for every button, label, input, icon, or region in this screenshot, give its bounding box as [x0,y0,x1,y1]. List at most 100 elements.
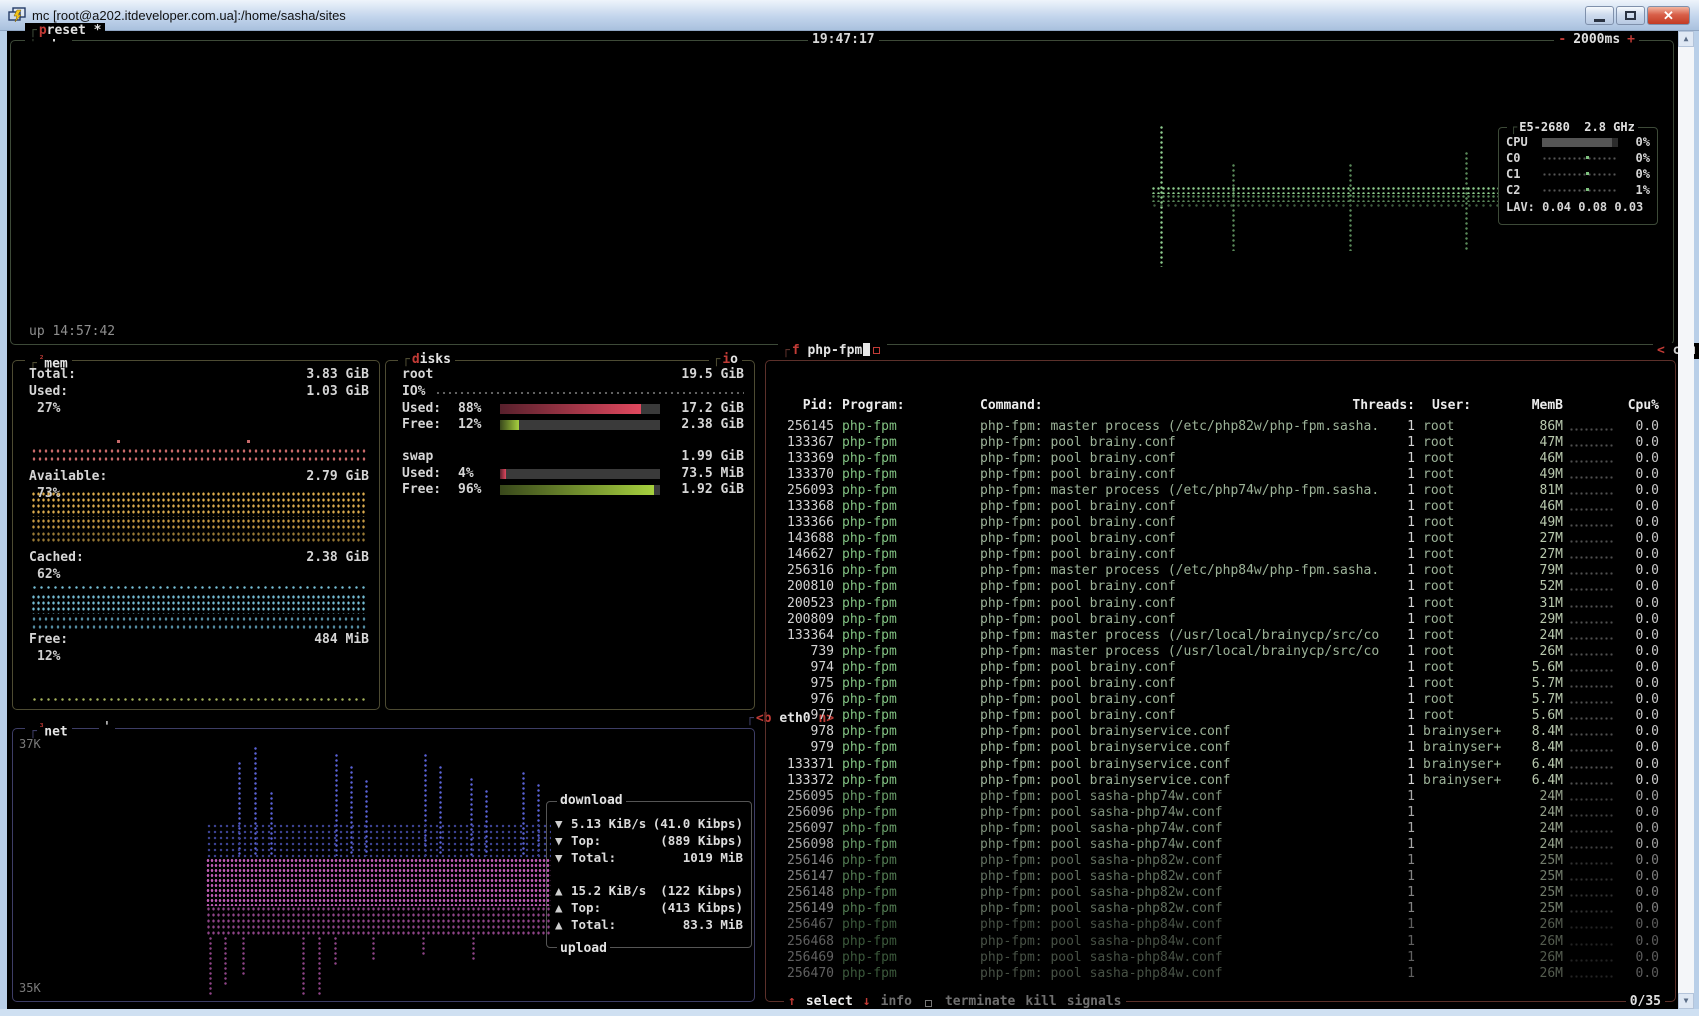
scroll-down-hint-icon[interactable]: ↓ [863,994,871,1009]
minimize-button[interactable] [1585,6,1614,25]
process-row[interactable]: 133372 php-fpm php-fpm: pool brainyservi… [770,772,1659,788]
terminate-button[interactable]: terminate [945,994,1015,1009]
tab-disks[interactable]: disks [398,352,455,368]
process-row[interactable]: 976 php-fpm php-fpm: pool brainy.conf 1 … [770,692,1659,708]
process-cpu: 0.0 [1613,515,1659,530]
maximize-button[interactable] [1616,6,1645,25]
process-row[interactable]: 146627 php-fpm php-fpm: pool brainy.conf… [770,547,1659,563]
scrollbar[interactable]: ▲ ▼ [1678,31,1694,1009]
process-row[interactable]: 256468 php-fpm php-fpm: pool sasha-php84… [770,933,1659,949]
process-user: brainyser+ [1423,740,1513,755]
process-row[interactable]: 133368 php-fpm php-fpm: pool brainy.conf… [770,498,1659,514]
process-row[interactable]: 975 php-fpm php-fpm: pool brainy.conf 1 … [770,676,1659,692]
process-row[interactable]: 133371 php-fpm php-fpm: pool brainyservi… [770,756,1659,772]
process-row[interactable]: 200809 php-fpm php-fpm: pool brainy.conf… [770,611,1659,627]
process-row[interactable]: 256098 php-fpm php-fpm: pool sasha-php74… [770,836,1659,852]
process-row[interactable]: 133364 php-fpm php-fpm: master process (… [770,627,1659,643]
core-meter-dot [1586,156,1589,159]
process-row[interactable]: 256147 php-fpm php-fpm: pool sasha-php82… [770,869,1659,885]
process-pid: 256316 [770,563,834,578]
process-cpu-meter [1569,861,1613,866]
net-stat-label: Total: [571,850,616,865]
core-meter [1542,156,1618,161]
process-row[interactable]: 256095 php-fpm php-fpm: pool sasha-php74… [770,788,1659,804]
titlebar[interactable]: mc [root@a202.itdeveloper.com.ua]:/home/… [0,0,1699,31]
process-row[interactable]: 256093 php-fpm php-fpm: master process (… [770,482,1659,498]
process-cpu: 0.0 [1613,837,1659,852]
process-cpu-meter [1569,942,1613,947]
process-row[interactable]: 256146 php-fpm php-fpm: pool sasha-php82… [770,853,1659,869]
process-mem: 79M [1513,563,1563,578]
root-used-bar [500,404,660,414]
interval-value: 2000ms [1573,32,1620,47]
process-row[interactable]: 256469 php-fpm php-fpm: pool sasha-php84… [770,949,1659,965]
process-row[interactable]: 256097 php-fpm php-fpm: pool sasha-php74… [770,820,1659,836]
preset-button[interactable]: preset * [25,23,105,39]
process-row[interactable]: 133370 php-fpm php-fpm: pool brainy.conf… [770,466,1659,482]
scroll-up-icon[interactable]: ▲ [1678,31,1694,47]
clear-filter-icon[interactable] [873,347,880,354]
select-button[interactable]: select [806,994,853,1009]
process-row[interactable]: 133367 php-fpm php-fpm: pool brainy.conf… [770,434,1659,450]
process-row[interactable]: 739 php-fpm php-fpm: master process (/us… [770,643,1659,659]
process-pid: 256096 [770,805,834,820]
process-cpu-meter [1569,684,1613,689]
process-user: root [1423,644,1513,659]
net-stat-value: (413 Kibps) [660,900,743,915]
process-row[interactable]: 200523 php-fpm php-fpm: pool brainy.conf… [770,595,1659,611]
process-row[interactable]: 256148 php-fpm php-fpm: pool sasha-php82… [770,885,1659,901]
process-row[interactable]: 256149 php-fpm php-fpm: pool sasha-php82… [770,901,1659,917]
window-title: mc [root@a202.itdeveloper.com.ua]:/home/… [32,8,346,23]
process-mem: 24M [1513,821,1563,836]
process-threads: 1 [1385,451,1415,466]
disk-root-free: Free:12% 2.38 GiB [402,417,744,432]
process-pid: 256097 [770,821,834,836]
process-row[interactable]: 256470 php-fpm php-fpm: pool sasha-php84… [770,965,1659,981]
process-threads: 1 [1385,724,1415,739]
process-program: php-fpm [842,934,969,949]
process-cpu: 0.0 [1613,773,1659,788]
process-row[interactable]: 133366 php-fpm php-fpm: pool brainy.conf… [770,515,1659,531]
process-program: php-fpm [842,773,969,788]
process-threads: 1 [1385,805,1415,820]
interval-minus-button[interactable]: - [1558,32,1566,47]
io-mode-button[interactable]: io [709,352,742,368]
process-row[interactable]: 978 php-fpm php-fpm: pool brainyservice.… [770,724,1659,740]
interval-plus-button[interactable]: + [1627,32,1635,47]
process-command: php-fpm: pool brainy.conf [980,612,1385,627]
process-mem: 47M [1513,435,1563,450]
process-row[interactable]: 256467 php-fpm php-fpm: pool sasha-php84… [770,917,1659,933]
process-cpu-meter [1569,523,1613,528]
close-icon: ✕ [1663,8,1674,24]
info-button[interactable]: info [881,994,912,1009]
download-stat-row: Total: 1019 MiB [555,850,743,865]
disk-root: root19.5 GiB [402,367,744,382]
process-row[interactable]: 979 php-fpm php-fpm: pool brainyservice.… [770,740,1659,756]
process-command: php-fpm: pool brainy.conf [980,596,1385,611]
process-row[interactable]: 977 php-fpm php-fpm: pool brainy.conf 1 … [770,708,1659,724]
process-command: php-fpm: pool brainy.conf [980,708,1385,723]
text-cursor-icon [863,343,870,356]
process-mem: 8.4M [1513,740,1563,755]
process-row[interactable]: 200810 php-fpm php-fpm: pool brainy.conf… [770,579,1659,595]
process-command: php-fpm: pool sasha-php82w.conf [980,853,1385,868]
signals-button[interactable]: signals [1067,994,1122,1009]
filter-input[interactable]: f php-fpm [778,343,887,359]
process-row[interactable]: 256096 php-fpm php-fpm: pool sasha-php74… [770,804,1659,820]
process-threads: 1 [1385,531,1415,546]
scroll-down-icon[interactable]: ▼ [1678,993,1694,1009]
close-button[interactable]: ✕ [1647,6,1690,25]
process-row[interactable]: 256316 php-fpm php-fpm: master process (… [770,563,1659,579]
process-row[interactable]: 133369 php-fpm php-fpm: pool brainy.conf… [770,450,1659,466]
upload-arrow-icon [555,883,571,898]
process-pid: 256148 [770,885,834,900]
process-program: php-fpm [842,644,969,659]
scroll-up-hint-icon[interactable]: ↑ [788,994,796,1009]
process-row[interactable]: 256145 php-fpm php-fpm: master process (… [770,418,1659,434]
process-mem: 6.4M [1513,757,1563,772]
process-row[interactable]: 143688 php-fpm php-fpm: pool brainy.conf… [770,531,1659,547]
process-row[interactable]: 974 php-fpm php-fpm: pool brainy.conf 1 … [770,659,1659,675]
kill-button[interactable]: kill [1025,994,1056,1009]
process-user: brainyser+ [1423,757,1513,772]
process-user: root [1423,419,1513,434]
